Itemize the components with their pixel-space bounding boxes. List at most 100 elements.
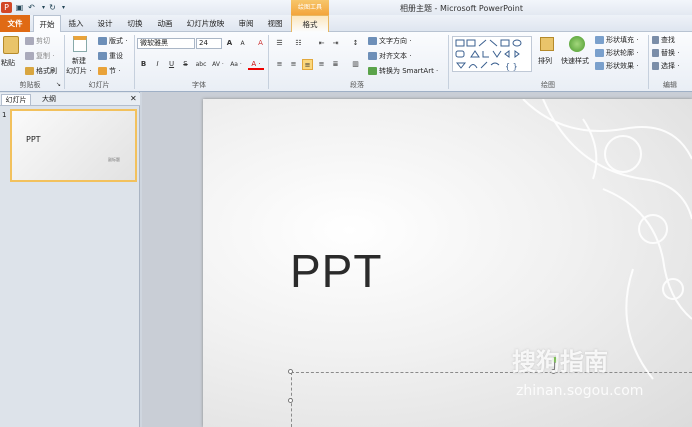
smartart-icon — [368, 67, 377, 75]
numbering-icon[interactable]: ☷ — [293, 38, 304, 49]
shrink-font-button[interactable]: A — [237, 38, 248, 49]
tab-file[interactable]: 文件 — [0, 15, 30, 32]
font-name-combo[interactable]: 微软雅黑 — [137, 38, 195, 49]
text-direction-label: 文字方向 · — [379, 37, 412, 45]
find-label: 查找 — [661, 36, 675, 44]
replace-icon — [652, 49, 659, 57]
arrange-icon[interactable] — [540, 37, 554, 51]
slide-number: 1 — [2, 111, 7, 119]
thumbnail-title: PPT — [26, 135, 41, 144]
layout-label: 版式 · — [109, 37, 128, 45]
justify-icon[interactable]: ≡ — [316, 59, 327, 70]
align-center-icon[interactable]: ≡ — [288, 59, 299, 70]
change-case-button[interactable]: Aa · — [228, 59, 244, 70]
tab-slideshow[interactable]: 幻灯片放映 — [183, 15, 228, 32]
copy-icon — [25, 52, 34, 60]
align-text-button[interactable]: 对齐文本 · — [368, 51, 411, 61]
new-slide-dropdown[interactable]: 幻灯片 · — [66, 66, 91, 76]
format-painter-button[interactable]: 格式刷 — [25, 66, 57, 76]
tab-view[interactable]: 视图 — [263, 15, 287, 32]
new-slide-icon[interactable] — [73, 36, 87, 52]
replace-label: 替换 · — [661, 49, 680, 57]
shape-fill-button[interactable]: 形状填充 · — [595, 35, 638, 45]
drawing-tools-context-label: 绘图工具 — [291, 0, 329, 15]
quick-styles-button[interactable]: 快速样式 — [561, 56, 589, 66]
separator — [648, 35, 649, 89]
line-spacing-icon[interactable]: ↕ — [350, 38, 361, 49]
font-size-combo[interactable]: 24 — [196, 38, 222, 49]
paste-button[interactable]: 粘贴 — [1, 58, 15, 68]
shapes-gallery[interactable]: { } — [452, 36, 532, 72]
align-text-label: 对齐文本 · — [379, 52, 412, 60]
redo-icon[interactable]: ↻ — [47, 2, 58, 13]
slide-thumbnail[interactable]: PPT 副标题 — [10, 109, 137, 182]
resize-handle[interactable] — [288, 398, 293, 403]
tab-transitions[interactable]: 切换 — [123, 15, 147, 32]
tab-outline[interactable]: 大纲 — [38, 94, 60, 104]
layout-button[interactable]: 版式 · — [98, 36, 127, 46]
effects-icon — [595, 62, 604, 70]
find-button[interactable]: 查找 — [652, 35, 675, 45]
shadow-button[interactable]: abc — [194, 59, 208, 70]
paste-icon[interactable] — [3, 36, 19, 54]
decrease-indent-icon[interactable]: ⇤ — [316, 38, 327, 49]
shape-effects-label: 形状效果 · — [606, 62, 639, 70]
underline-button[interactable]: U — [166, 59, 177, 70]
slide-title[interactable]: PPT — [290, 244, 382, 298]
font-color-button[interactable]: A · — [248, 59, 264, 70]
tab-design[interactable]: 设计 — [93, 15, 117, 32]
save-icon[interactable]: ▣ — [14, 2, 25, 13]
tab-format[interactable]: 格式 — [291, 15, 329, 32]
quick-styles-icon[interactable] — [569, 36, 585, 52]
clipboard-group-label: 剪贴板 — [19, 81, 41, 89]
tab-review[interactable]: 审阅 — [234, 15, 258, 32]
drawing-group-label: 绘图 — [541, 81, 555, 89]
format-painter-label: 格式刷 — [36, 67, 57, 75]
tab-home[interactable]: 开始 — [33, 15, 61, 33]
clipboard-launcher-icon[interactable]: ↘ — [53, 79, 64, 90]
distributed-icon[interactable]: ≣ — [330, 59, 341, 70]
tab-animations[interactable]: 动画 — [153, 15, 177, 32]
reset-icon — [98, 52, 107, 60]
window-title: 相册主题 - Microsoft PowerPoint — [400, 4, 523, 13]
bold-button[interactable]: B — [138, 59, 149, 70]
char-spacing-button[interactable]: AV · — [210, 59, 226, 70]
text-direction-button[interactable]: 文字方向 · — [368, 36, 411, 46]
pen-icon — [595, 49, 604, 57]
copy-button[interactable]: 复制 · — [25, 51, 54, 61]
close-pane-icon[interactable]: ✕ — [130, 94, 137, 104]
clear-format-button[interactable]: A — [255, 38, 266, 49]
new-slide-label[interactable]: 新建 — [72, 56, 86, 66]
reset-label: 重设 — [109, 52, 123, 60]
brush-icon — [25, 67, 34, 75]
shape-outline-label: 形状轮廓 · — [606, 49, 639, 57]
reset-button[interactable]: 重设 — [98, 51, 123, 61]
subtitle-placeholder[interactable] — [291, 372, 692, 427]
scissors-icon — [25, 37, 34, 45]
undo-icon[interactable]: ↶ — [26, 2, 37, 13]
select-button[interactable]: 选择 · — [652, 61, 679, 71]
align-left-icon[interactable]: ≡ — [274, 59, 285, 70]
resize-handle[interactable] — [288, 369, 293, 374]
strikethrough-button[interactable]: S — [180, 59, 191, 70]
section-button[interactable]: 节 · — [98, 66, 120, 76]
separator — [448, 35, 449, 89]
shape-outline-button[interactable]: 形状轮廓 · — [595, 48, 638, 58]
customize-toolbar-icon[interactable]: ▾ — [58, 2, 69, 13]
powerpoint-logo-icon[interactable]: P — [1, 2, 12, 13]
tab-slides[interactable]: 幻灯片 — [1, 94, 31, 106]
arrange-button[interactable]: 排列 — [538, 56, 552, 66]
italic-button[interactable]: I — [152, 59, 163, 70]
tab-insert[interactable]: 插入 — [64, 15, 88, 32]
shape-effects-button[interactable]: 形状效果 · — [595, 61, 638, 71]
cut-button[interactable]: 剪切 — [25, 36, 50, 46]
replace-button[interactable]: 替换 · — [652, 48, 679, 58]
columns-icon[interactable]: ▥ — [350, 59, 361, 70]
paint-bucket-icon — [595, 36, 604, 44]
grow-font-button[interactable]: A — [224, 38, 235, 49]
smartart-button[interactable]: 转换为 SmartArt · — [368, 66, 438, 76]
bullets-icon[interactable]: ☰ — [274, 38, 285, 49]
align-right-icon[interactable]: ≡ — [302, 59, 313, 70]
increase-indent-icon[interactable]: ⇥ — [330, 38, 341, 49]
shapes-gallery-icons: { } — [455, 39, 522, 71]
